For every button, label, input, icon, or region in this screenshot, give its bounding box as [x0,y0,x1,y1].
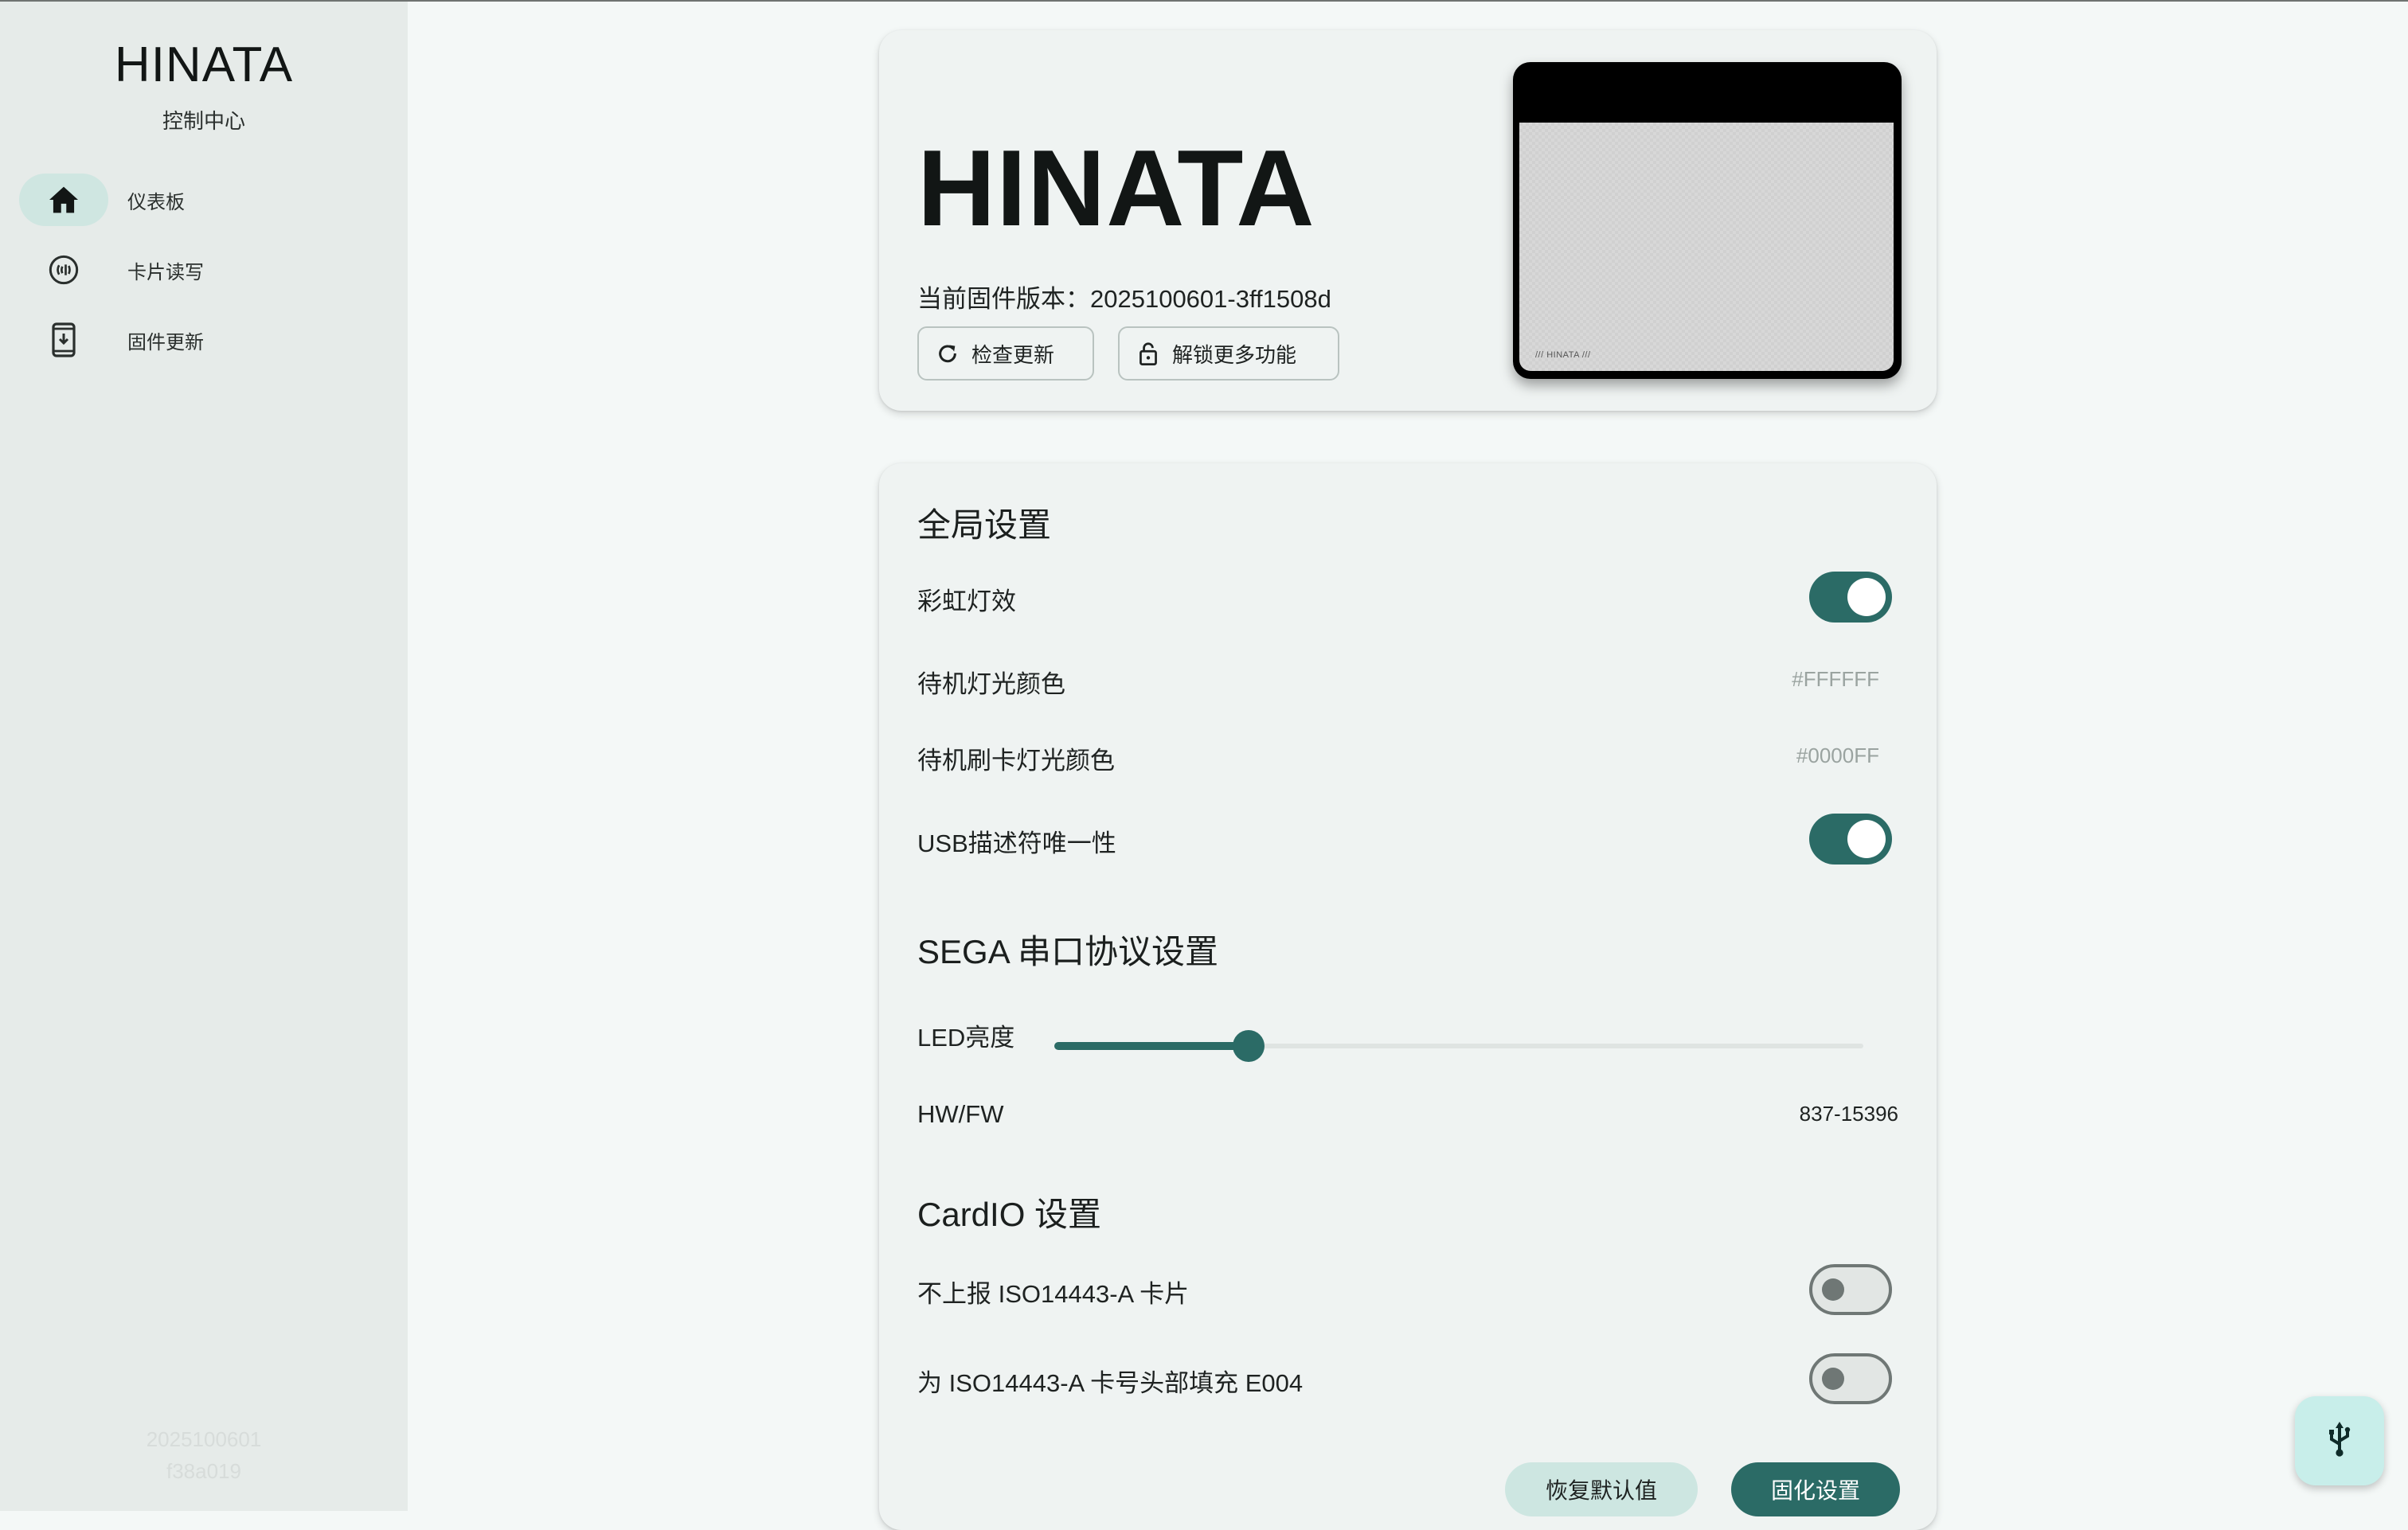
brand-title: HINATA [114,37,294,92]
sidebar-item-firmware[interactable]: 固件更新 [19,314,393,366]
rainbow-effect-toggle[interactable] [1809,572,1892,623]
hwfw-value[interactable]: 837-15396 [1800,1102,1898,1126]
firmware-label: 当前固件版本： [917,285,1090,313]
pad-e004-toggle[interactable] [1809,1353,1892,1404]
device-screen: /// HINATA /// [1519,123,1894,371]
device-preview: /// HINATA /// [1513,62,1902,379]
device-screen-label: /// HINATA /// [1535,350,1591,360]
no-report-toggle[interactable] [1809,1264,1892,1315]
sidebar-item-dashboard[interactable]: 仪表板 [19,174,393,226]
unlock-label: 解锁更多功能 [1172,342,1297,367]
led-brightness-label: LED亮度 [917,1024,1015,1052]
slider-thumb[interactable] [1232,1030,1265,1062]
version-build: 2025100601 [146,1427,262,1451]
toggle-knob [1822,1278,1844,1301]
home-icon [19,174,108,226]
toggle-knob [1847,578,1886,616]
no-report-label: 不上报 ISO14443-A 卡片 [917,1280,1190,1308]
idle-color-label: 待机灯光颜色 [917,670,1065,698]
device-info-card: HINATA 当前固件版本：2025100601-3ff1508d 检查更新 解… [879,30,1937,411]
refresh-icon [936,342,959,365]
firmware-version-line: 当前固件版本：2025100601-3ff1508d [917,279,1331,314]
firmware-version: 2025100601-3ff1508d [1090,285,1331,313]
pad-e004-label: 为 ISO14443-A 卡号头部填充 E004 [917,1369,1304,1397]
rainbow-effect-label: 彩虹灯效 [917,587,1016,615]
sidebar: HINATA 控制中心 仪表板 卡片读写 固件更新 2025100601 f38… [0,2,408,1511]
usb-unique-label: USB描述符唯一性 [917,829,1116,857]
check-update-label: 检查更新 [971,342,1055,367]
idle-color-input[interactable]: #FFFFFF [1792,667,1879,692]
slider-fill [1054,1042,1249,1050]
restore-defaults-button[interactable]: 恢复默认值 [1505,1462,1698,1516]
sidebar-item-card-rw[interactable]: 卡片读写 [19,244,393,296]
unlock-features-button[interactable]: 解锁更多功能 [1118,326,1339,381]
cardio-settings-heading: CardIO 设置 [917,1196,1102,1233]
sidebar-item-label: 仪表板 [127,191,185,213]
nfc-icon [19,244,108,296]
device-title: HINATA [917,127,1315,248]
led-brightness-slider[interactable] [1054,1030,1863,1062]
version-hash: f38a019 [166,1459,241,1483]
settings-card: 全局设置 彩虹灯效 待机灯光颜色 #FFFFFF 待机刷卡灯光颜色 #0000F… [879,463,1937,1530]
unlock-icon [1137,342,1159,365]
idle-swipe-color-label: 待机刷卡灯光颜色 [917,747,1115,775]
sega-settings-heading: SEGA 串口协议设置 [917,933,1219,970]
sidebar-item-label: 固件更新 [127,331,204,353]
persist-settings-button[interactable]: 固化设置 [1731,1462,1900,1516]
sidebar-item-label: 卡片读写 [127,261,204,283]
global-settings-heading: 全局设置 [917,506,1052,544]
phone-download-icon [19,314,108,366]
usb-connect-button[interactable] [2295,1396,2384,1485]
toggle-knob [1822,1368,1844,1390]
idle-swipe-color-input[interactable]: #0000FF [1796,744,1879,768]
sidebar-version: 2025100601 f38a019 [0,1423,408,1487]
usb-unique-toggle[interactable] [1809,814,1892,865]
brand-subtitle: 控制中心 [162,109,245,133]
toggle-knob [1847,820,1886,858]
check-update-button[interactable]: 检查更新 [917,326,1094,381]
hwfw-label: HW/FW [917,1100,1004,1128]
usb-icon [2324,1420,2355,1462]
